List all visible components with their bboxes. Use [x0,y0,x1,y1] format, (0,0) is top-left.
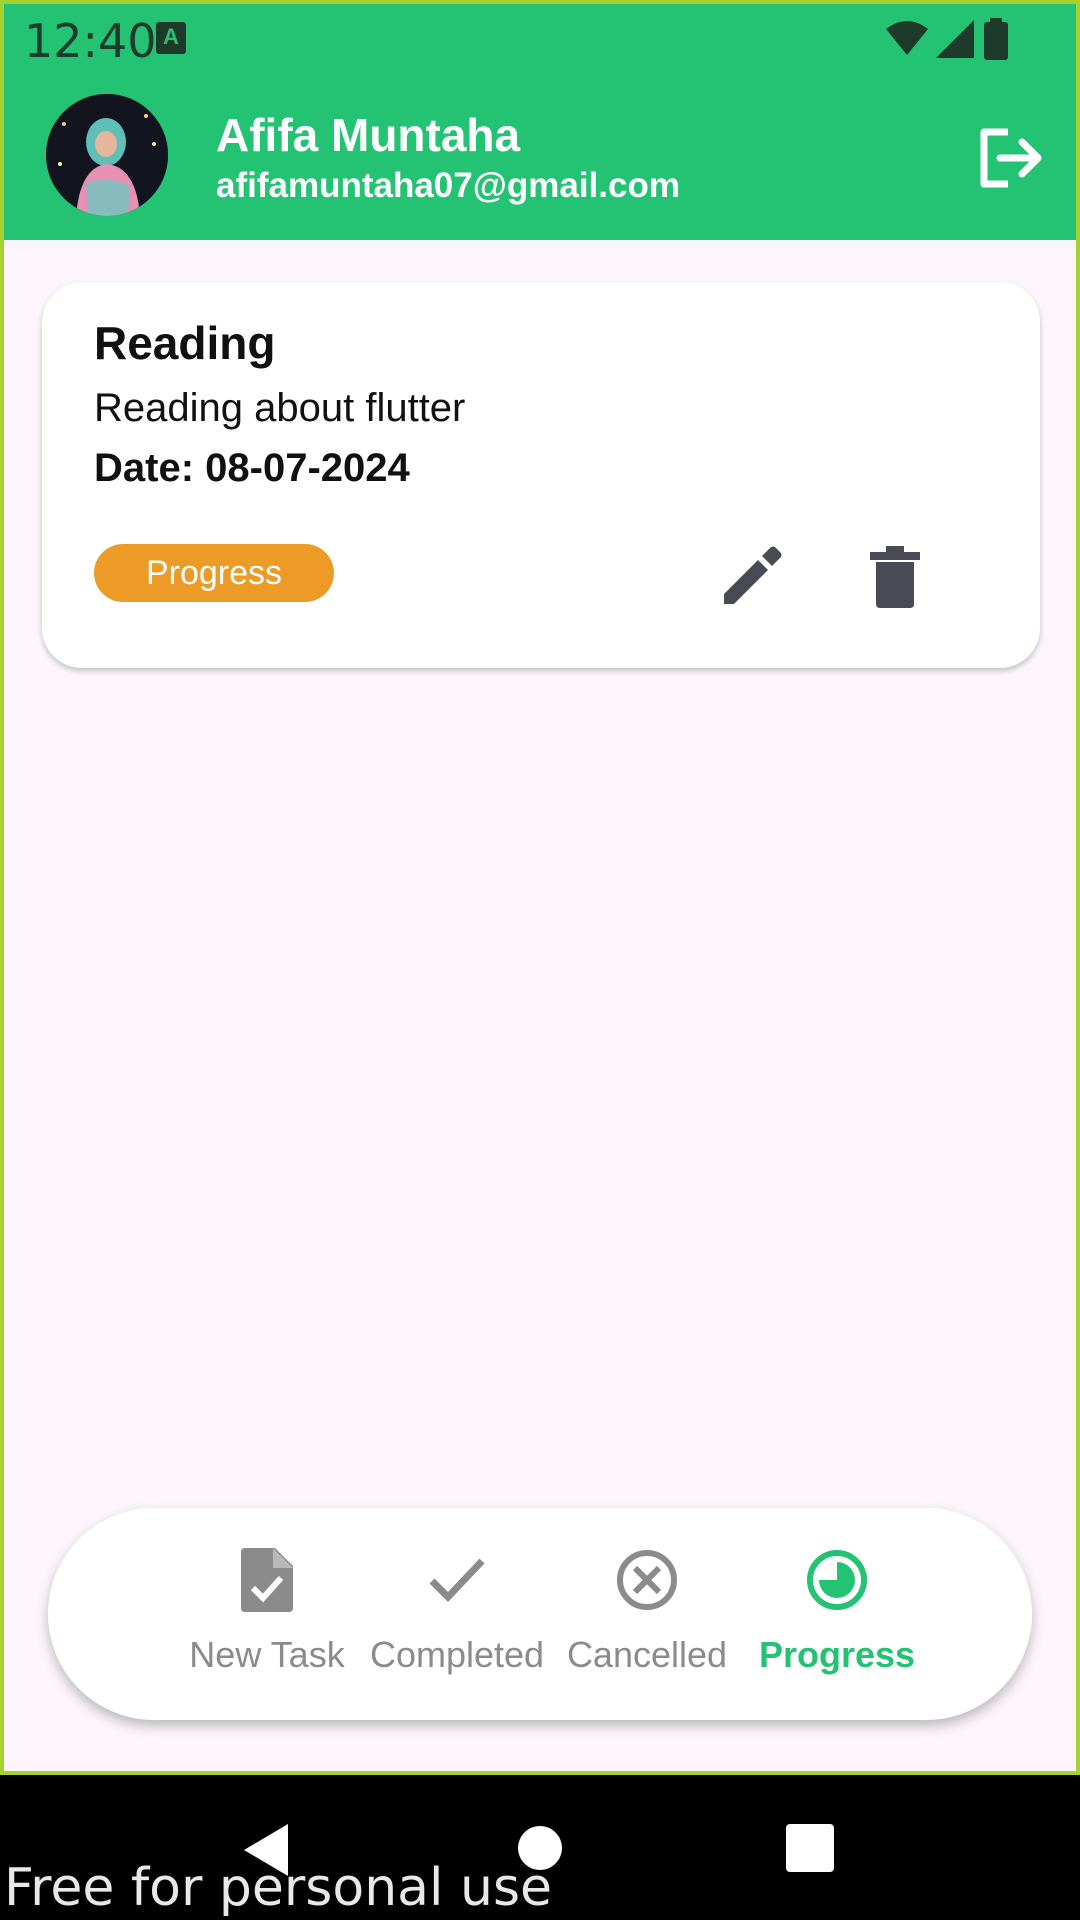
battery-icon [984,18,1008,60]
cancel-circle-icon [617,1550,677,1610]
status-badge: Progress [94,544,334,602]
task-description: Reading about flutter [94,386,466,430]
logout-button[interactable] [976,126,1044,190]
edit-button[interactable] [718,544,784,610]
user-name: Afifa Muntaha [216,109,521,161]
nav-new-task-label: New Task [189,1634,345,1675]
delete-button[interactable] [868,544,922,610]
task-card[interactable]: Reading Reading about flutter Date: 08-0… [42,282,1040,668]
nav-cancelled[interactable]: Cancelled [552,1544,742,1694]
user-email: afifamuntaha07@gmail.com [216,166,680,205]
status-time: 12:40 [24,14,157,68]
nav-completed-label: Completed [369,1634,545,1675]
notification-icon: A [156,22,186,54]
recents-icon[interactable] [786,1824,834,1872]
nav-new-task[interactable]: New Task [172,1544,362,1694]
nav-completed[interactable]: Completed [362,1544,552,1694]
delete-icon [870,546,920,608]
wifi-icon [886,21,928,55]
logout-icon [980,128,1042,188]
nav-cancelled-label: Cancelled [566,1634,728,1675]
nav-progress[interactable]: Progress [742,1544,932,1694]
task-date: Date: 08-07-2024 [94,446,410,490]
watermark: Free for personal use [4,1858,553,1918]
progress-icon [807,1550,867,1610]
task-title: Reading [94,317,276,369]
app-screen: 12:40 A Afifa Muntaha afifamuntaha07@gma… [0,0,1080,1775]
status-icons [886,18,1010,60]
app-header: 12:40 A Afifa Muntaha afifamuntaha07@gma… [4,4,1076,240]
bottom-navigation: New Task Completed Cancelled Progress [48,1508,1032,1720]
avatar[interactable] [46,94,168,216]
edit-icon [724,546,782,604]
nav-progress-label: Progress [758,1634,916,1675]
new-task-icon [241,1548,293,1612]
check-icon [429,1558,485,1603]
signal-icon [936,20,974,58]
